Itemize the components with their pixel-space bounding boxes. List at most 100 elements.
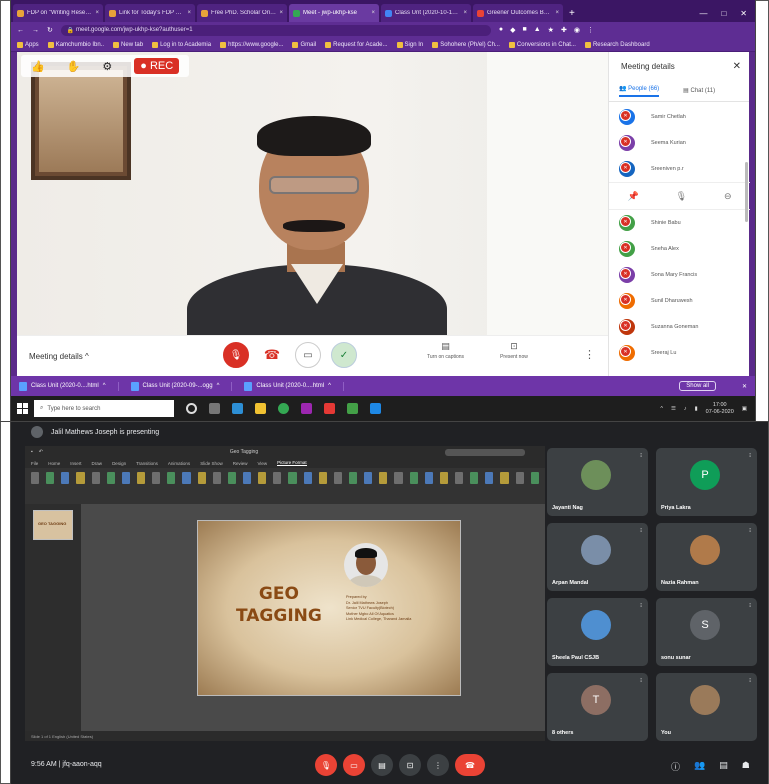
extension-icon[interactable]: ▲: [534, 26, 541, 34]
ribbon-tool-button[interactable]: [364, 472, 373, 484]
participant-row[interactable]: S✕Seema Kurian: [609, 130, 750, 156]
participant-row[interactable]: S✕Sreeniven p.r: [609, 156, 750, 182]
close-window-icon[interactable]: ✕: [740, 9, 747, 18]
participant-row[interactable]: S✕Suzanna Goneman: [609, 314, 750, 340]
clock[interactable]: 17:00 07-06-2020: [706, 402, 734, 416]
bookmark[interactable]: https://www.google...: [220, 41, 283, 48]
settings-icon[interactable]: ⚙: [102, 60, 112, 73]
participant-tile[interactable]: ⁝ Arpan Mandal: [547, 523, 648, 591]
battery-icon[interactable]: ▮: [695, 406, 698, 412]
ribbon-tool-button[interactable]: [439, 472, 448, 484]
task-view-icon[interactable]: [209, 403, 220, 414]
more-options-button[interactable]: ⋮: [427, 754, 449, 776]
menu-icon[interactable]: ⋮: [587, 26, 594, 34]
pin-icon[interactable]: ⁝: [749, 452, 751, 459]
forward-icon[interactable]: →: [32, 27, 39, 34]
captions-button[interactable]: ▤: [371, 754, 393, 776]
participant-tile[interactable]: ⁝ Sheela Paul CSJB: [547, 598, 648, 666]
ribbon-tool-button[interactable]: [318, 472, 327, 484]
participant-row[interactable]: S✕Shinie Babu: [609, 210, 750, 236]
bookmark[interactable]: Request for Acade...: [325, 41, 388, 48]
ribbon-tab[interactable]: Transitions: [136, 461, 158, 466]
ribbon-tab[interactable]: Design: [112, 461, 126, 466]
show-all-button[interactable]: Show all: [679, 381, 716, 391]
pin-icon[interactable]: ⁝: [640, 677, 642, 684]
thumbs-up-icon[interactable]: 👍: [31, 60, 45, 73]
participant-tile[interactable]: ⁝ Nazia Rahman: [656, 523, 757, 591]
cortana-icon[interactable]: [186, 403, 197, 414]
file-explorer-icon[interactable]: [255, 403, 266, 414]
pin-icon[interactable]: ⁝: [640, 602, 642, 609]
mic-off-button[interactable]: 🎙: [223, 342, 249, 368]
bookmark[interactable]: Log in to Academia: [152, 41, 211, 48]
present-now-button[interactable]: ⊡ Present now: [500, 341, 528, 360]
ribbon-tool-button[interactable]: [76, 472, 85, 484]
undo-icon[interactable]: ↶: [39, 449, 43, 455]
browser-tab[interactable]: Greener Outcomes Based Edu...×: [473, 4, 563, 22]
ribbon-tool-button[interactable]: [454, 472, 464, 484]
ribbon-tab[interactable]: Slide Show: [200, 461, 223, 466]
ribbon-tool-button[interactable]: [530, 472, 539, 484]
download-item[interactable]: Class Unit (2020-0....html ^: [244, 381, 344, 391]
ribbon-tool-button[interactable]: [31, 472, 40, 484]
ribbon-tool-button[interactable]: [242, 472, 252, 484]
chat-icon[interactable]: ▤: [719, 760, 728, 773]
participant-tile[interactable]: ⁝ T 8 others: [547, 673, 648, 741]
participant-row[interactable]: S✕Samir Chetlah: [609, 104, 750, 130]
extension-icon[interactable]: ★: [548, 26, 554, 34]
app-icon[interactable]: [370, 403, 381, 414]
participant-tile[interactable]: ⁝ Ssonu sunar: [656, 598, 757, 666]
ribbon-tab[interactable]: View: [257, 461, 267, 466]
ribbon-tool-button[interactable]: [409, 472, 418, 484]
app-icon[interactable]: [324, 403, 335, 414]
browser-tab[interactable]: FDP on "Writing Research P...×: [13, 4, 103, 22]
app-icon[interactable]: [301, 403, 312, 414]
ribbon-tool-button[interactable]: [106, 472, 115, 484]
close-icon[interactable]: ✕: [742, 383, 747, 390]
ribbon-tab[interactable]: Picture Format: [277, 460, 307, 466]
captions-button[interactable]: ▤ Turn on captions: [427, 341, 464, 360]
raise-hand-icon[interactable]: ✋: [67, 60, 81, 73]
ribbon-tab[interactable]: Draw: [92, 461, 103, 466]
save-icon[interactable]: ▪: [31, 449, 33, 455]
participant-row[interactable]: S✕Sunil Dharuwesh: [609, 288, 750, 314]
ribbon-tool-button[interactable]: [273, 472, 282, 484]
info-icon[interactable]: ⓘ: [671, 760, 680, 773]
app-icon[interactable]: [347, 403, 358, 414]
bookmark[interactable]: New tab: [113, 41, 143, 48]
participant-row[interactable]: S✕Sona Mary Francis: [609, 262, 750, 288]
ribbon-tool-button[interactable]: [470, 472, 479, 484]
extension-icon[interactable]: ■: [523, 26, 527, 34]
close-tab-icon[interactable]: ×: [463, 10, 467, 16]
camera-off-button[interactable]: ▭: [343, 754, 365, 776]
ribbon-tool-button[interactable]: [61, 472, 70, 484]
participant-tile[interactable]: ⁝ You: [656, 673, 757, 741]
ribbon-tab[interactable]: Review: [233, 461, 248, 466]
meeting-details-button[interactable]: Meeting details ^: [29, 352, 89, 361]
activities-icon[interactable]: ☗: [742, 760, 750, 773]
maximize-icon[interactable]: □: [721, 9, 726, 18]
network-icon[interactable]: ☰: [671, 406, 676, 412]
people-icon[interactable]: 👥: [694, 760, 705, 773]
participant-tile[interactable]: ⁝ P Priya Lakra: [656, 448, 757, 516]
close-icon[interactable]: ✕: [733, 61, 741, 72]
ribbon-tool-button[interactable]: [136, 472, 146, 484]
ribbon-tab[interactable]: Home: [48, 461, 60, 466]
ribbon-tool-button[interactable]: [227, 472, 236, 484]
ribbon-tool-button[interactable]: [394, 472, 403, 484]
windows-start-icon[interactable]: [17, 403, 28, 414]
ribbon-tool-button[interactable]: [91, 472, 100, 484]
participant-row[interactable]: S✕Sreeraj Lu: [609, 340, 750, 366]
ribbon-tool-button[interactable]: [333, 472, 342, 484]
tray-up-icon[interactable]: ^: [660, 406, 663, 412]
browser-tab-active[interactable]: Meet - jwp-ukhp-kse ×: [289, 4, 379, 22]
ribbon-tool-button[interactable]: [303, 472, 312, 484]
download-item[interactable]: Class Unit (2020-09-...ogg ^: [130, 381, 233, 391]
bookmark[interactable]: Apps: [17, 41, 39, 48]
slide-thumbnail[interactable]: GEO TAGGING: [33, 510, 73, 540]
bookmark[interactable]: Sign In: [396, 41, 423, 48]
browser-tab[interactable]: Class Unt (2020-10-19) Chi...×: [381, 4, 471, 22]
end-call-button[interactable]: ☎: [259, 342, 285, 368]
bookmark[interactable]: Conversions in Chat...: [508, 41, 576, 48]
ribbon-tool-button[interactable]: [500, 472, 509, 484]
